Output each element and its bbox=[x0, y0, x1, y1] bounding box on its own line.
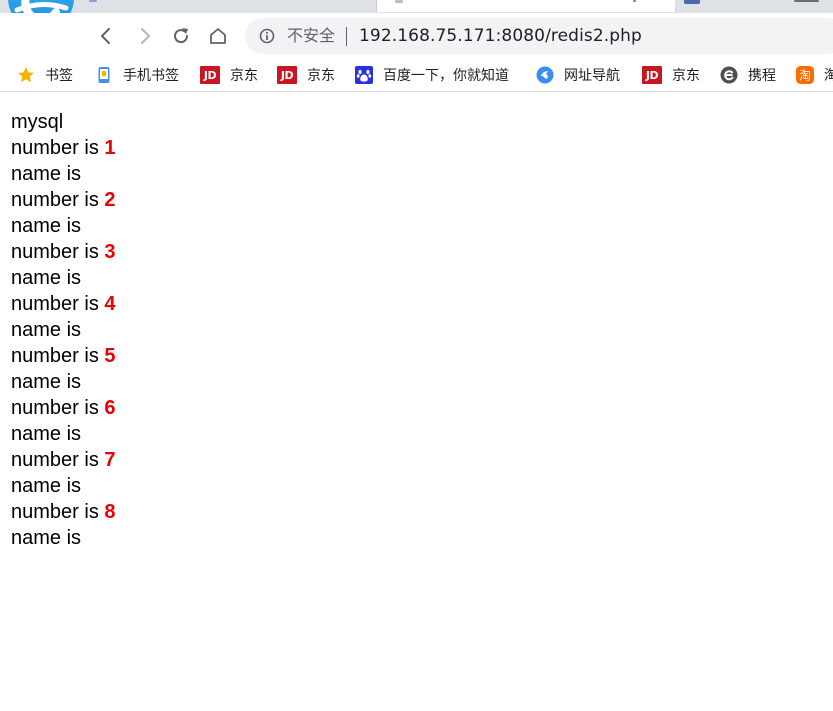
record-number-line: number is 3 bbox=[11, 239, 811, 265]
bookmark-item[interactable]: 手机书签 bbox=[95, 64, 179, 86]
page-heading: mysql bbox=[11, 111, 64, 133]
bookmark-label: 手机书签 bbox=[123, 68, 179, 84]
reload-icon bbox=[174, 28, 189, 44]
ctrip-icon bbox=[720, 66, 738, 84]
bookmark-item[interactable]: JD 京东 bbox=[277, 64, 335, 86]
reload-button[interactable] bbox=[168, 23, 194, 49]
number-label: number is bbox=[11, 189, 99, 211]
jd-icon: JD bbox=[200, 66, 220, 84]
record-number-line: number is 7 bbox=[11, 447, 811, 473]
record-number: 1 bbox=[104, 137, 116, 159]
number-label: number is bbox=[11, 449, 99, 471]
bookmark-item[interactable]: 携程 bbox=[720, 64, 776, 86]
tab-previous[interactable] bbox=[80, 0, 376, 12]
bookmark-label: 京东 bbox=[230, 68, 258, 84]
address-bar[interactable]: 不安全 192.168.75.171:8080/redis2.php bbox=[245, 18, 833, 54]
bookmark-item[interactable]: 百度一下，你就知道 bbox=[355, 64, 509, 86]
info-circle-icon[interactable] bbox=[259, 28, 275, 44]
back-button[interactable] bbox=[93, 23, 119, 49]
url-text[interactable]: 192.168.75.171:8080/redis2.php bbox=[359, 25, 642, 47]
record-number: 3 bbox=[104, 241, 116, 263]
tab-title-fragment bbox=[633, 0, 636, 2]
phone-icon bbox=[95, 66, 113, 84]
bookmark-label: 淘 bbox=[824, 65, 833, 85]
url-divider bbox=[346, 27, 347, 46]
bookmark-label: 携程 bbox=[748, 68, 776, 84]
bookmark-item[interactable]: 网址导航 bbox=[536, 64, 620, 86]
record-number-line: number is 6 bbox=[11, 395, 811, 421]
record-number-line: number is 1 bbox=[11, 135, 811, 161]
record-number-line: number is 4 bbox=[11, 291, 811, 317]
web-nav-icon bbox=[536, 66, 554, 84]
jd-icon: JD bbox=[277, 66, 297, 84]
bookmark-label: 网址导航 bbox=[564, 68, 620, 84]
baidu-paw-icon bbox=[355, 66, 373, 84]
bookmarks-bar: 书签 手机书签 JD 京东 JD 京东 百度一下，你就知道 网址导航 JD 京东… bbox=[0, 59, 833, 92]
record-number: 4 bbox=[104, 293, 116, 315]
record-number-line: number is 5 bbox=[11, 343, 811, 369]
tab-favicon-icon bbox=[89, 0, 97, 2]
number-label: number is bbox=[11, 241, 99, 263]
record-name-line: name is bbox=[11, 527, 82, 549]
record-number: 2 bbox=[104, 189, 116, 211]
tab-current[interactable] bbox=[376, 0, 676, 12]
page-content: mysql number is 1 name is number is 2 na… bbox=[11, 109, 811, 551]
record-number-line: number is 8 bbox=[11, 499, 811, 525]
record-name-line: name is bbox=[11, 163, 82, 185]
bookmark-item[interactable]: JD 京东 bbox=[642, 64, 700, 86]
bookmark-label: 京东 bbox=[307, 68, 335, 84]
record-name-line: name is bbox=[11, 371, 82, 393]
record-number: 8 bbox=[104, 501, 116, 523]
taobao-icon: 淘 bbox=[796, 66, 814, 84]
security-label[interactable]: 不安全 bbox=[287, 26, 335, 46]
jd-icon: JD bbox=[642, 66, 662, 84]
number-label: number is bbox=[11, 397, 99, 419]
number-label: number is bbox=[11, 345, 99, 367]
bookmark-label: 京东 bbox=[672, 68, 700, 84]
record-name-line: name is bbox=[11, 215, 82, 237]
tab-favicon-icon bbox=[684, 0, 700, 4]
tab-title-fragment bbox=[794, 0, 819, 2]
home-button[interactable] bbox=[205, 23, 231, 49]
record-number: 5 bbox=[104, 345, 116, 367]
tab-favicon-icon bbox=[395, 0, 403, 3]
bookmark-item[interactable]: 书签 bbox=[17, 64, 73, 86]
forward-button[interactable] bbox=[132, 23, 158, 49]
browser-toolbar: 不安全 192.168.75.171:8080/redis2.php bbox=[0, 13, 833, 59]
tab-strip bbox=[0, 0, 833, 13]
record-name-line: name is bbox=[11, 319, 82, 341]
record-name-line: name is bbox=[11, 267, 82, 289]
svg-text:淘: 淘 bbox=[799, 69, 811, 83]
chevron-left-icon bbox=[101, 28, 110, 44]
browser-window: 不安全 192.168.75.171:8080/redis2.php 书签 手机… bbox=[0, 0, 833, 711]
bookmark-label: 书签 bbox=[45, 68, 73, 84]
number-label: number is bbox=[11, 293, 99, 315]
record-name-line: name is bbox=[11, 423, 82, 445]
record-name-line: name is bbox=[11, 475, 82, 497]
home-icon bbox=[210, 28, 226, 44]
record-number: 6 bbox=[104, 397, 116, 419]
record-number-line: number is 2 bbox=[11, 187, 811, 213]
bookmark-item[interactable]: JD 京东 bbox=[200, 64, 258, 86]
bookmark-label: 百度一下，你就知道 bbox=[383, 68, 509, 84]
number-label: number is bbox=[11, 501, 99, 523]
chevron-right-icon bbox=[141, 28, 150, 44]
record-number: 7 bbox=[104, 449, 116, 471]
number-label: number is bbox=[11, 137, 99, 159]
bookmark-item[interactable]: 淘 淘 bbox=[796, 64, 833, 86]
star-icon bbox=[17, 66, 35, 84]
